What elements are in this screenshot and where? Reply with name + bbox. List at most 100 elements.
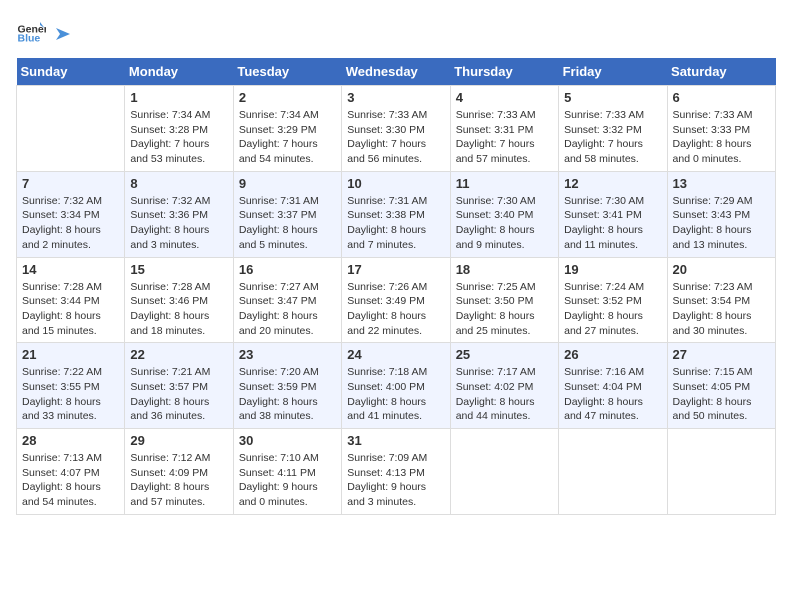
day-info: Sunrise: 7:32 AMSunset: 3:34 PMDaylight:… [22, 194, 119, 253]
day-info: Sunrise: 7:09 AMSunset: 4:13 PMDaylight:… [347, 451, 444, 510]
day-number: 5 [564, 90, 661, 105]
day-number: 28 [22, 433, 119, 448]
calendar-cell: 25 Sunrise: 7:17 AMSunset: 4:02 PMDayligh… [450, 343, 558, 429]
calendar-week-row: 1 Sunrise: 7:34 AMSunset: 3:28 PMDaylight… [17, 86, 776, 172]
day-info: Sunrise: 7:27 AMSunset: 3:47 PMDaylight:… [239, 280, 336, 339]
day-number: 26 [564, 347, 661, 362]
calendar-table: SundayMondayTuesdayWednesdayThursdayFrid… [16, 58, 776, 515]
calendar-week-row: 7 Sunrise: 7:32 AMSunset: 3:34 PMDaylight… [17, 171, 776, 257]
day-number: 8 [130, 176, 227, 191]
day-info: Sunrise: 7:34 AMSunset: 3:29 PMDaylight:… [239, 108, 336, 167]
day-info: Sunrise: 7:28 AMSunset: 3:44 PMDaylight:… [22, 280, 119, 339]
calendar-week-row: 14 Sunrise: 7:28 AMSunset: 3:44 PMDayligh… [17, 257, 776, 343]
day-number: 11 [456, 176, 553, 191]
calendar-cell: 31 Sunrise: 7:09 AMSunset: 4:13 PMDayligh… [342, 429, 450, 515]
calendar-cell: 8Sunrise: 7:32 AMSunset: 3:36 PMDaylight… [125, 171, 233, 257]
day-info: Sunrise: 7:24 AMSunset: 3:52 PMDaylight:… [564, 280, 661, 339]
day-info: Sunrise: 7:10 AMSunset: 4:11 PMDaylight:… [239, 451, 336, 510]
logo: General Blue [16, 16, 72, 46]
logo-icon: General Blue [16, 16, 46, 46]
day-number: 7 [22, 176, 119, 191]
day-number: 3 [347, 90, 444, 105]
day-info: Sunrise: 7:26 AMSunset: 3:49 PMDaylight:… [347, 280, 444, 339]
calendar-header-row: SundayMondayTuesdayWednesdayThursdayFrid… [17, 58, 776, 86]
calendar-week-row: 28 Sunrise: 7:13 AMSunset: 4:07 PMDayligh… [17, 429, 776, 515]
day-info: Sunrise: 7:30 AMSunset: 3:40 PMDaylight:… [456, 194, 553, 253]
calendar-cell: 14 Sunrise: 7:28 AMSunset: 3:44 PMDayligh… [17, 257, 125, 343]
day-info: Sunrise: 7:17 AMSunset: 4:02 PMDaylight:… [456, 365, 553, 424]
day-number: 10 [347, 176, 444, 191]
calendar-cell: 15 Sunrise: 7:28 AMSunset: 3:46 PMDayligh… [125, 257, 233, 343]
day-info: Sunrise: 7:29 AMSunset: 3:43 PMDaylight:… [673, 194, 770, 253]
calendar-header-sunday: Sunday [17, 58, 125, 86]
day-info: Sunrise: 7:33 AMSunset: 3:31 PMDaylight:… [456, 108, 553, 167]
day-number: 1 [130, 90, 227, 105]
day-number: 14 [22, 262, 119, 277]
day-info: Sunrise: 7:21 AMSunset: 3:57 PMDaylight:… [130, 365, 227, 424]
calendar-cell: 16 Sunrise: 7:27 AMSunset: 3:47 PMDayligh… [233, 257, 341, 343]
calendar-cell: 2 Sunrise: 7:34 AMSunset: 3:29 PMDaylight… [233, 86, 341, 172]
calendar-cell: 23Sunrise: 7:20 AMSunset: 3:59 PMDayligh… [233, 343, 341, 429]
calendar-cell: 12 Sunrise: 7:30 AMSunset: 3:41 PMDayligh… [559, 171, 667, 257]
calendar-cell: 28 Sunrise: 7:13 AMSunset: 4:07 PMDayligh… [17, 429, 125, 515]
calendar-header-thursday: Thursday [450, 58, 558, 86]
day-info: Sunrise: 7:12 AMSunset: 4:09 PMDaylight:… [130, 451, 227, 510]
calendar-cell: 1 Sunrise: 7:34 AMSunset: 3:28 PMDaylight… [125, 86, 233, 172]
day-info: Sunrise: 7:31 AMSunset: 3:37 PMDaylight:… [239, 194, 336, 253]
day-number: 21 [22, 347, 119, 362]
day-info: Sunrise: 7:15 AMSunset: 4:05 PMDaylight:… [673, 365, 770, 424]
day-info: Sunrise: 7:33 AMSunset: 3:33 PMDaylight:… [673, 108, 770, 167]
day-info: Sunrise: 7:30 AMSunset: 3:41 PMDaylight:… [564, 194, 661, 253]
day-number: 27 [673, 347, 770, 362]
day-number: 30 [239, 433, 336, 448]
day-number: 18 [456, 262, 553, 277]
calendar-cell: 13 Sunrise: 7:29 AMSunset: 3:43 PMDayligh… [667, 171, 775, 257]
day-number: 24 [347, 347, 444, 362]
day-number: 31 [347, 433, 444, 448]
calendar-cell: 10 Sunrise: 7:31 AMSunset: 3:38 PMDayligh… [342, 171, 450, 257]
calendar-header-monday: Monday [125, 58, 233, 86]
day-info: Sunrise: 7:34 AMSunset: 3:28 PMDaylight:… [130, 108, 227, 167]
day-number: 12 [564, 176, 661, 191]
day-info: Sunrise: 7:13 AMSunset: 4:07 PMDaylight:… [22, 451, 119, 510]
calendar-cell [450, 429, 558, 515]
day-number: 25 [456, 347, 553, 362]
day-number: 17 [347, 262, 444, 277]
calendar-cell [559, 429, 667, 515]
svg-text:Blue: Blue [18, 33, 41, 45]
calendar-cell: 22Sunrise: 7:21 AMSunset: 3:57 PMDayligh… [125, 343, 233, 429]
day-info: Sunrise: 7:28 AMSunset: 3:46 PMDaylight:… [130, 280, 227, 339]
calendar-cell: 24 Sunrise: 7:18 AMSunset: 4:00 PMDayligh… [342, 343, 450, 429]
calendar-cell: 19 Sunrise: 7:24 AMSunset: 3:52 PMDayligh… [559, 257, 667, 343]
day-info: Sunrise: 7:33 AMSunset: 3:32 PMDaylight:… [564, 108, 661, 167]
day-number: 2 [239, 90, 336, 105]
day-number: 23 [239, 347, 336, 362]
calendar-cell: 21Sunrise: 7:22 AMSunset: 3:55 PMDayligh… [17, 343, 125, 429]
day-info: Sunrise: 7:18 AMSunset: 4:00 PMDaylight:… [347, 365, 444, 424]
calendar-cell: 20Sunrise: 7:23 AMSunset: 3:54 PMDayligh… [667, 257, 775, 343]
calendar-cell: 7 Sunrise: 7:32 AMSunset: 3:34 PMDaylight… [17, 171, 125, 257]
header: General Blue [16, 16, 776, 46]
day-number: 4 [456, 90, 553, 105]
day-number: 16 [239, 262, 336, 277]
day-info: Sunrise: 7:31 AMSunset: 3:38 PMDaylight:… [347, 194, 444, 253]
day-number: 9 [239, 176, 336, 191]
day-info: Sunrise: 7:25 AMSunset: 3:50 PMDaylight:… [456, 280, 553, 339]
logo-arrow-icon [52, 25, 70, 43]
calendar-cell: 6 Sunrise: 7:33 AMSunset: 3:33 PMDaylight… [667, 86, 775, 172]
calendar-cell: 9 Sunrise: 7:31 AMSunset: 3:37 PMDaylight… [233, 171, 341, 257]
calendar-cell: 27 Sunrise: 7:15 AMSunset: 4:05 PMDayligh… [667, 343, 775, 429]
day-info: Sunrise: 7:16 AMSunset: 4:04 PMDaylight:… [564, 365, 661, 424]
calendar-cell: 11 Sunrise: 7:30 AMSunset: 3:40 PMDayligh… [450, 171, 558, 257]
calendar-header-saturday: Saturday [667, 58, 775, 86]
calendar-cell: 17 Sunrise: 7:26 AMSunset: 3:49 PMDayligh… [342, 257, 450, 343]
calendar-header-friday: Friday [559, 58, 667, 86]
day-number: 13 [673, 176, 770, 191]
day-number: 29 [130, 433, 227, 448]
calendar-cell: 30 Sunrise: 7:10 AMSunset: 4:11 PMDayligh… [233, 429, 341, 515]
day-number: 19 [564, 262, 661, 277]
calendar-cell: 5 Sunrise: 7:33 AMSunset: 3:32 PMDaylight… [559, 86, 667, 172]
day-info: Sunrise: 7:33 AMSunset: 3:30 PMDaylight:… [347, 108, 444, 167]
day-number: 15 [130, 262, 227, 277]
day-number: 6 [673, 90, 770, 105]
